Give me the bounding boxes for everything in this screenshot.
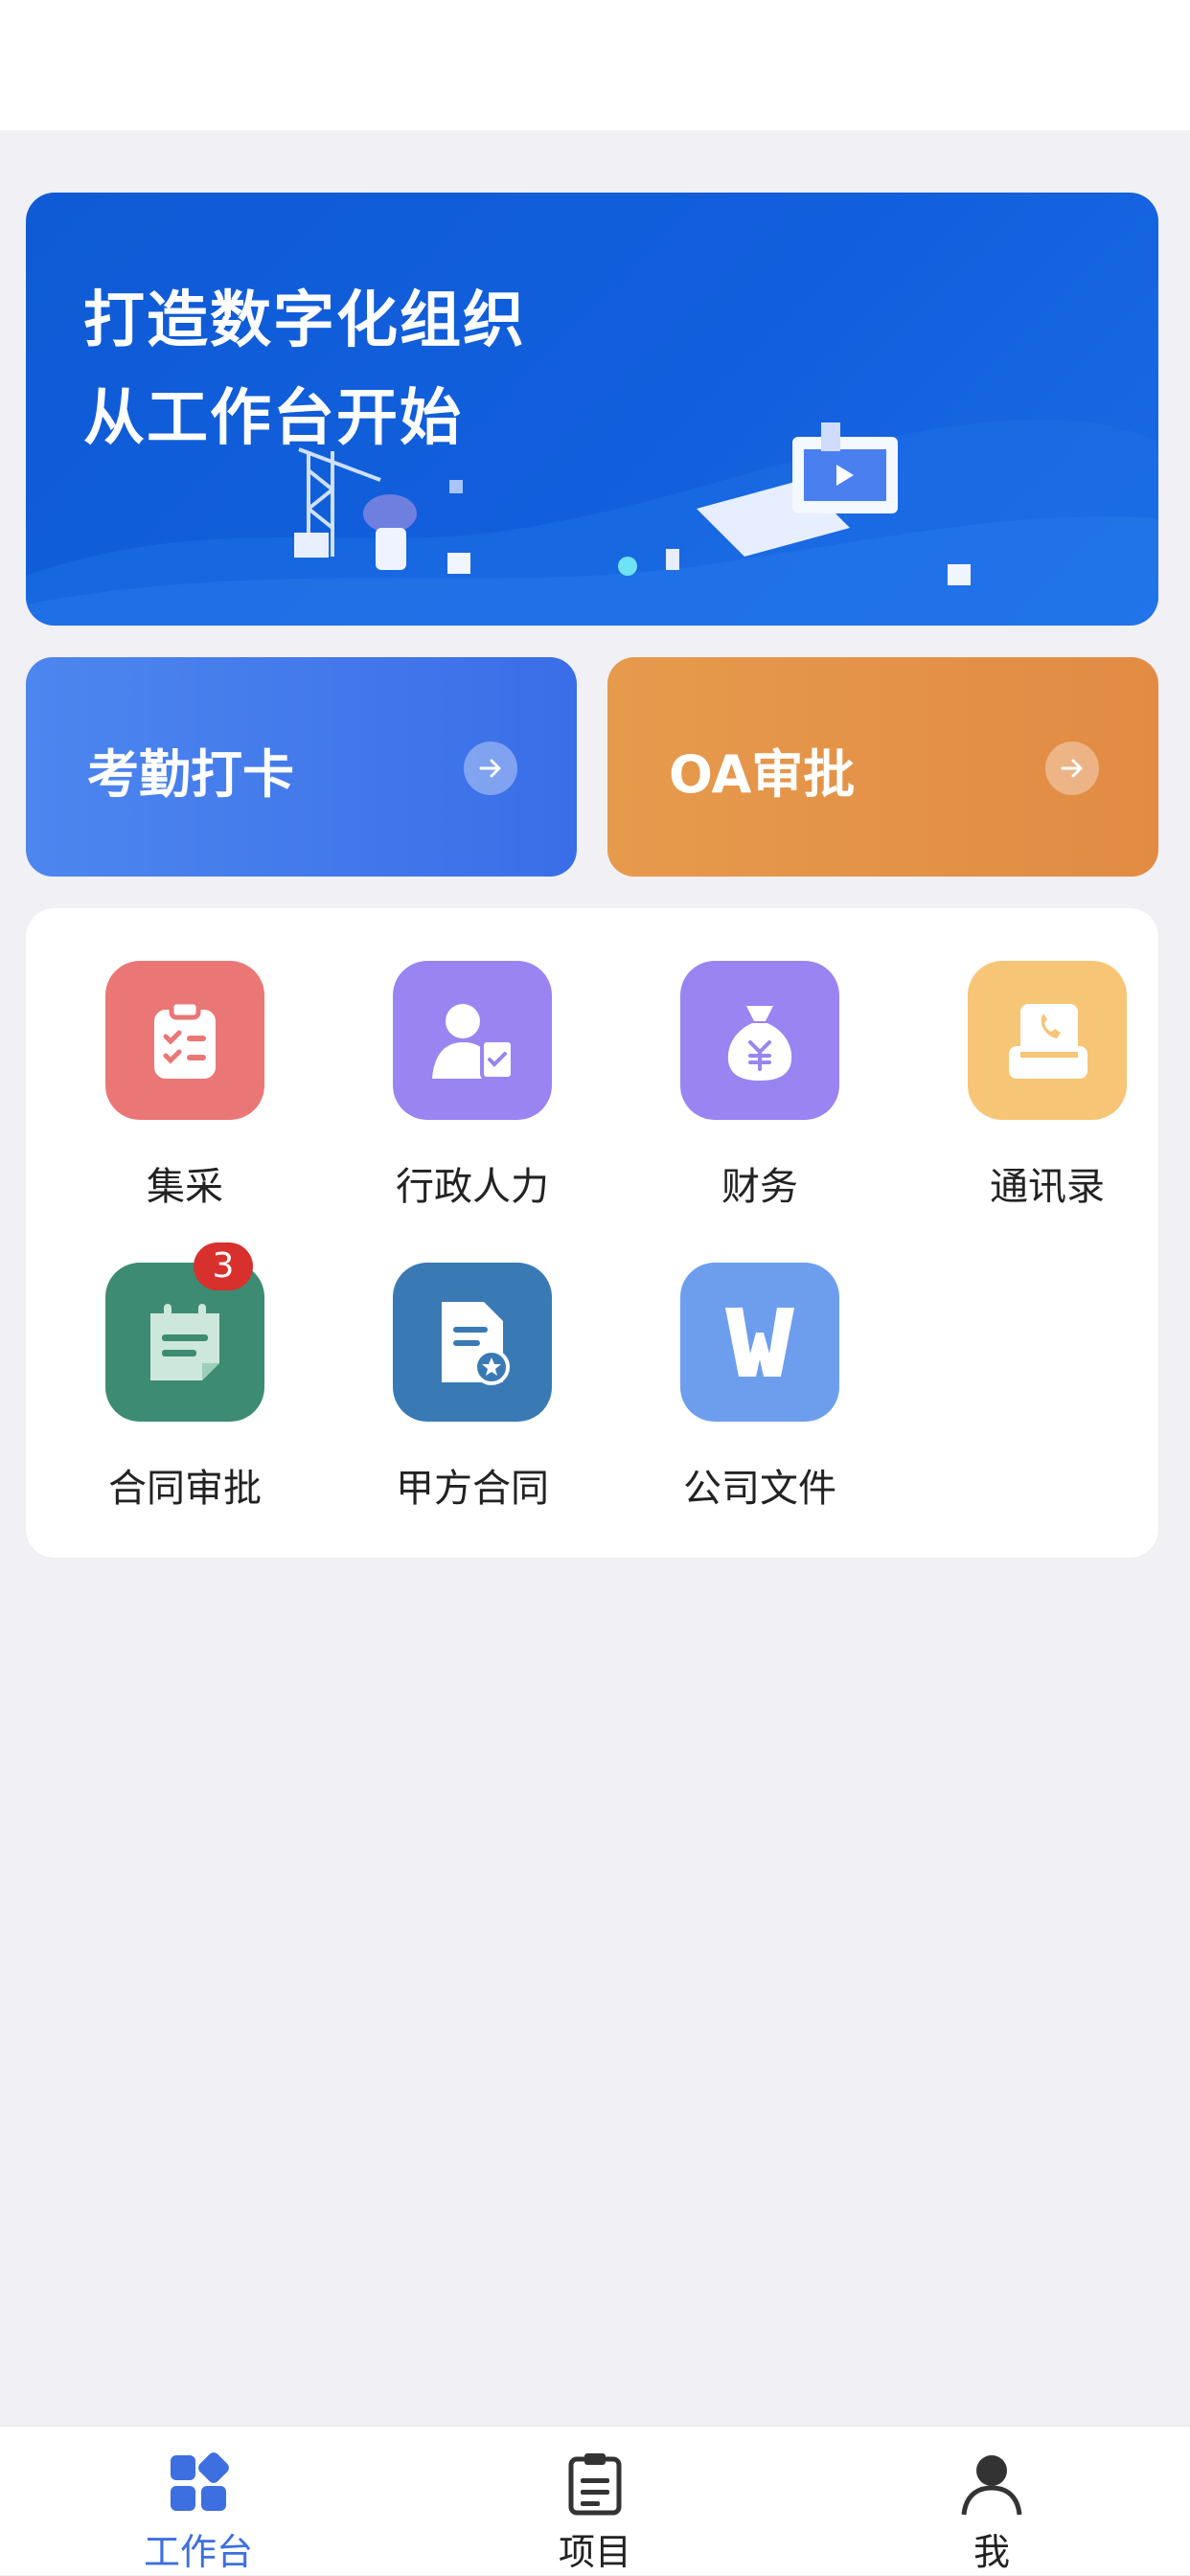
money-bag-icon <box>680 961 839 1120</box>
user-profile-icon <box>961 2455 1022 2516</box>
status-bar-area <box>0 0 1190 130</box>
document-star-icon <box>393 1263 552 1422</box>
arrow-right-icon <box>1045 741 1099 795</box>
workbench-grid-icon <box>171 2452 229 2511</box>
app-client-contract[interactable]: 甲方合同 <box>313 1210 601 1511</box>
oa-approval-card-button[interactable]: OA审批 <box>607 657 1158 877</box>
app-label-finance: 财务 <box>721 1165 798 1209</box>
bottom-tab-bar: 工作台 项目 我 <box>0 2426 1190 2575</box>
arrow-right-icon <box>464 741 517 795</box>
app-label-admin-hr: 行政人力 <box>396 1165 549 1209</box>
tab-me[interactable]: 我 <box>793 2427 1190 2576</box>
clipboard-check-icon <box>105 961 264 1120</box>
app-procurement[interactable]: 集采 <box>26 908 313 1209</box>
attendance-card-button[interactable]: 考勤打卡 <box>26 657 577 877</box>
contacts-phone-icon <box>968 961 1127 1120</box>
app-label-company-files: 公司文件 <box>683 1467 836 1511</box>
attendance-label: 考勤打卡 <box>87 744 294 805</box>
banner-title-line1: 打造数字化组织 <box>83 285 526 356</box>
app-admin-hr[interactable]: 行政人力 <box>313 908 601 1209</box>
app-company-files[interactable]: 公司文件 <box>601 1210 888 1511</box>
person-document-icon <box>393 961 552 1120</box>
tab-workbench[interactable]: 工作台 <box>0 2427 397 2576</box>
app-label-contract-approval: 合同审批 <box>108 1467 262 1511</box>
tab-label-me: 我 <box>973 2531 1010 2573</box>
tab-projects[interactable]: 项目 <box>397 2427 793 2576</box>
app-contacts[interactable]: 通讯录 <box>888 908 1176 1209</box>
contract-approval-count-badge: 3 <box>194 1242 253 1290</box>
app-label-client-contract: 甲方合同 <box>396 1467 549 1511</box>
app-finance[interactable]: 财务 <box>601 908 888 1209</box>
word-file-icon <box>680 1263 839 1422</box>
banner-title-line2: 从工作台开始 <box>83 383 463 454</box>
tab-label-workbench: 工作台 <box>143 2531 253 2573</box>
app-label-contacts: 通讯录 <box>990 1165 1105 1209</box>
tab-label-projects: 项目 <box>558 2531 631 2573</box>
app-contract-approval[interactable]: 3 合同审批 <box>26 1210 313 1511</box>
workbench-banner[interactable]: 打造数字化组织 从工作台开始 <box>26 193 1158 626</box>
oa-approval-label: OA审批 <box>669 744 856 805</box>
app-grid-card: 集采 行政人力 财务 通讯录 3 合同审批 甲方合同 公司文件 <box>26 908 1158 1558</box>
app-label-procurement: 集采 <box>147 1165 223 1209</box>
clipboard-list-icon <box>568 2453 622 2516</box>
